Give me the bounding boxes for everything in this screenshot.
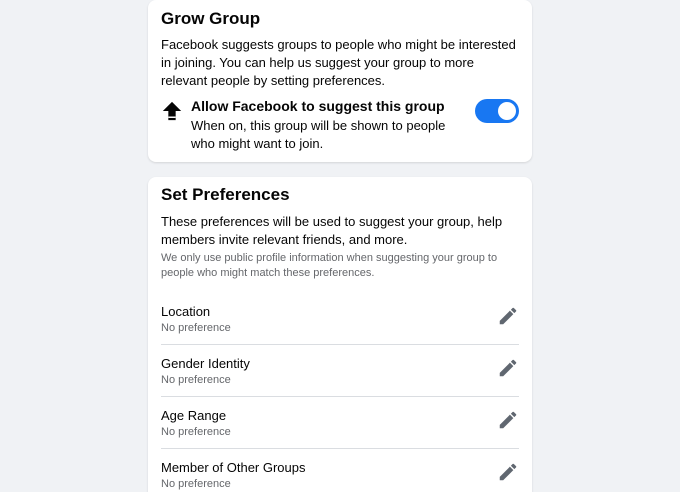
- set-preferences-title: Set Preferences: [161, 185, 290, 204]
- preference-label: Member of Other Groups: [161, 460, 306, 475]
- grow-group-description: Facebook suggests groups to people who m…: [161, 37, 516, 88]
- preference-label: Gender Identity: [161, 356, 250, 371]
- preference-item-gender-identity[interactable]: Gender Identity No preference: [161, 345, 519, 397]
- pencil-icon[interactable]: [497, 357, 519, 379]
- preference-item-age-range[interactable]: Age Range No preference: [161, 397, 519, 449]
- pencil-icon[interactable]: [497, 409, 519, 431]
- suggest-group-text: Allow Facebook to suggest this group Whe…: [191, 97, 471, 153]
- suggest-group-title: Allow Facebook to suggest this group: [191, 98, 445, 114]
- suggest-group-description: When on, this group will be shown to peo…: [191, 118, 446, 151]
- set-preferences-description: These preferences will be used to sugges…: [161, 214, 503, 247]
- preference-value: No preference: [161, 478, 231, 490]
- grow-group-title: Grow Group: [161, 9, 261, 28]
- preference-label: Location: [161, 304, 211, 319]
- set-preferences-card: Set Preferences These preferences will b…: [148, 177, 532, 492]
- suggest-group-toggle[interactable]: [475, 99, 519, 123]
- preference-value: No preference: [161, 322, 231, 334]
- arrow-up-icon: [162, 101, 182, 121]
- pencil-icon[interactable]: [497, 461, 519, 483]
- pencil-icon[interactable]: [497, 305, 519, 327]
- preference-item-member-of-other-groups[interactable]: Member of Other Groups No preference: [161, 449, 519, 492]
- preference-list: Location No preference Gender Identity N…: [161, 293, 519, 492]
- preference-item-location[interactable]: Location No preference: [161, 293, 519, 345]
- preference-label: Age Range: [161, 408, 227, 423]
- suggest-group-row: Allow Facebook to suggest this group Whe…: [161, 97, 519, 153]
- set-preferences-note: We only use public profile information w…: [161, 252, 498, 279]
- toggle-knob: [498, 102, 516, 120]
- grow-group-card: Grow Group Facebook suggests groups to p…: [148, 0, 532, 162]
- preference-value: No preference: [161, 426, 231, 438]
- preference-value: No preference: [161, 374, 231, 386]
